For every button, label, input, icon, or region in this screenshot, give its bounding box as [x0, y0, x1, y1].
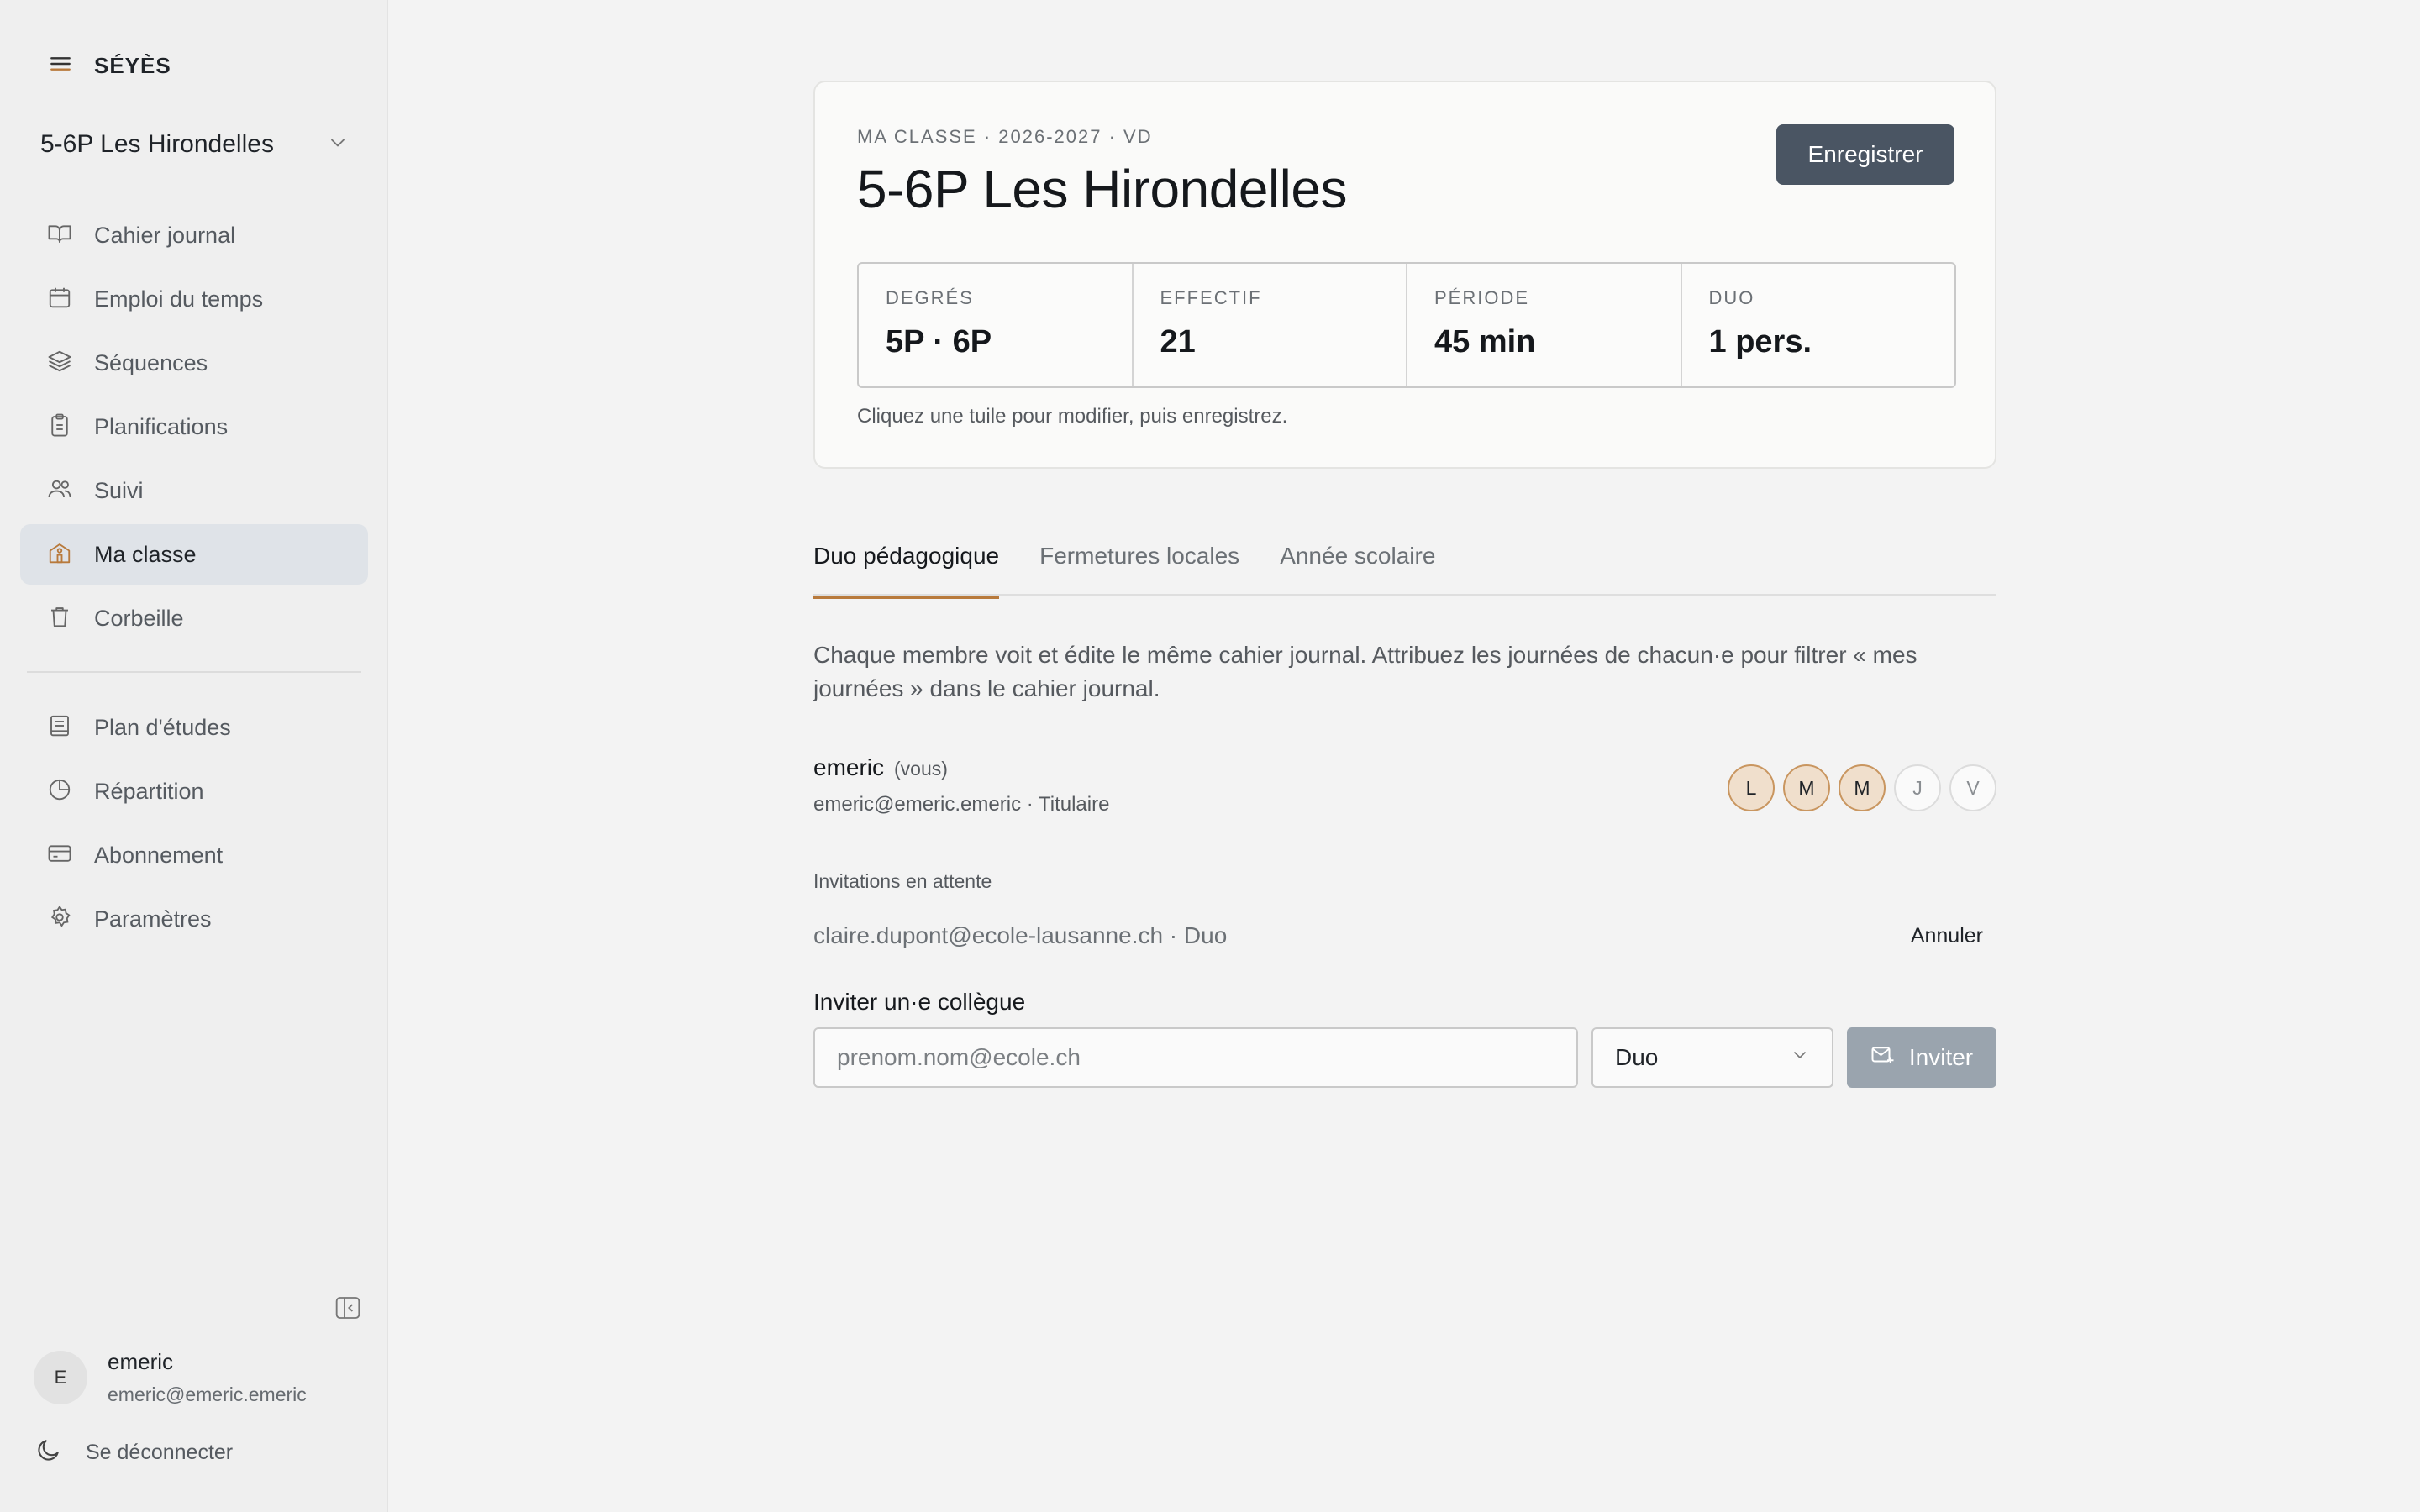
save-button[interactable]: Enregistrer — [1776, 124, 1954, 185]
tile-value: 5P · 6P — [886, 324, 992, 360]
brand: SÉYÈS — [47, 52, 171, 79]
page-title: 5-6P Les Hirondelles — [857, 159, 1347, 219]
sidebar-item-sequences[interactable]: Séquences — [20, 333, 368, 393]
duo-description: Chaque membre voit et édite le même cahi… — [813, 642, 1918, 701]
sidebar-item-repartition[interactable]: Répartition — [20, 761, 368, 822]
user-profile[interactable]: E emeric emeric@emeric.emeric — [34, 1349, 307, 1406]
tile-duo[interactable]: DUO 1 pers. — [1682, 264, 1955, 386]
sidebar-item-abonnement[interactable]: Abonnement — [20, 825, 368, 885]
class-eyebrow: MA CLASSE · 2026-2027 · VD — [857, 126, 1153, 147]
sidebar-divider — [27, 671, 361, 673]
sidebar-item-planifications[interactable]: Planifications — [20, 396, 368, 457]
day-toggle-mercredi[interactable]: M — [1839, 764, 1886, 811]
primary-nav: Cahier journal Emploi du temps Séquences… — [20, 205, 368, 652]
tiles-hint: Cliquez une tuile pour modifier, puis en… — [857, 405, 1288, 428]
tile-value: 45 min — [1434, 324, 1536, 360]
avatar: E — [34, 1351, 87, 1404]
pie-chart-icon — [47, 777, 72, 806]
sidebar-item-parametres[interactable]: Paramètres — [20, 889, 368, 949]
pending-invitation-text: claire.dupont@ecole-lausanne.ch · Duo — [813, 922, 1228, 948]
sidebar-item-label: Séquences — [94, 349, 208, 375]
sidebar-item-label: Planifications — [94, 413, 229, 439]
calendar-icon — [47, 285, 72, 314]
sidebar-item-label: Répartition — [94, 778, 204, 804]
tab-duo-pedagogique[interactable]: Duo pédagogique — [813, 522, 1000, 599]
school-icon — [47, 540, 72, 570]
sidebar-item-plan-d-etudes[interactable]: Plan d'études — [20, 697, 368, 758]
menu-icon[interactable] — [47, 50, 74, 81]
day-toggle-lundi[interactable]: L — [1728, 764, 1775, 811]
invite-email-input[interactable] — [813, 1027, 1578, 1088]
sidebar-item-suivi[interactable]: Suivi — [20, 460, 368, 521]
tile-label: EFFECTIF — [1160, 287, 1262, 308]
clipboard-icon — [47, 412, 72, 442]
logout-label: Se déconnecter — [86, 1441, 234, 1464]
tab-annee-scolaire[interactable]: Année scolaire — [1280, 522, 1435, 596]
member-you-tag: (vous) — [894, 758, 948, 780]
class-selector[interactable]: 5-6P Les Hirondelles — [40, 124, 350, 165]
gear-icon — [47, 905, 72, 934]
logout-button[interactable]: Se déconnecter — [35, 1436, 233, 1469]
invite-button-label: Inviter — [1908, 1044, 1974, 1070]
sidebar-item-emploi-du-temps[interactable]: Emploi du temps — [20, 269, 368, 329]
user-email: emeric@emeric.emeric — [108, 1383, 307, 1405]
mail-icon — [1870, 1042, 1896, 1074]
sidebar-item-label: Suivi — [94, 477, 144, 503]
day-toggle-mardi[interactable]: M — [1783, 764, 1830, 811]
class-selector-value: 5-6P Les Hirondelles — [40, 130, 274, 158]
book-open-icon — [47, 221, 72, 250]
moon-icon — [35, 1436, 62, 1469]
class-tiles: DEGRÉS 5P · 6P EFFECTIF 21 PÉRIODE 45 mi… — [857, 262, 1956, 388]
tile-periode[interactable]: PÉRIODE 45 min — [1407, 264, 1682, 386]
member-name: emeric — [813, 754, 885, 780]
sidebar-item-label: Ma classe — [94, 541, 197, 567]
users-icon — [47, 476, 72, 506]
sidebar-item-label: Corbeille — [94, 605, 184, 631]
pending-invitations-label: Invitations en attente — [813, 870, 992, 892]
tile-label: DUO — [1708, 287, 1755, 308]
invite-label: Inviter un·e collègue — [813, 989, 1026, 1015]
cancel-invitation-button[interactable]: Annuler — [1911, 924, 1983, 948]
day-toggle-jeudi[interactable]: J — [1894, 764, 1941, 811]
sidebar: SÉYÈS 5-6P Les Hirondelles Cahier journa… — [0, 0, 388, 1512]
main-content: MA CLASSE · 2026-2027 · VD 5-6P Les Hiro… — [813, 81, 1996, 1088]
day-toggle-vendredi[interactable]: V — [1949, 764, 1996, 811]
notebook-icon — [47, 713, 72, 743]
tile-value: 1 pers. — [1708, 324, 1812, 360]
layers-icon — [47, 349, 72, 378]
brand-name: SÉYÈS — [94, 52, 171, 78]
role-select-value: Duo — [1615, 1044, 1659, 1070]
chevron-down-icon — [1790, 1044, 1810, 1071]
trash-icon — [47, 604, 72, 633]
secondary-nav: Plan d'études Répartition Abonnement Par… — [20, 697, 368, 953]
sidebar-item-label: Plan d'études — [94, 714, 231, 740]
tab-fermetures-locales[interactable]: Fermetures locales — [1039, 522, 1239, 596]
sidebar-item-label: Abonnement — [94, 842, 224, 868]
collapse-sidebar-button[interactable] — [333, 1295, 363, 1324]
invite-form: Duo Inviter — [813, 1027, 1996, 1088]
invite-button[interactable]: Inviter — [1847, 1027, 1996, 1088]
user-name: emeric — [108, 1349, 174, 1374]
sidebar-item-corbeille[interactable]: Corbeille — [20, 588, 368, 648]
sidebar-item-label: Paramètres — [94, 906, 212, 932]
sidebar-item-label: Cahier journal — [94, 222, 236, 248]
invite-role-select[interactable]: Duo — [1591, 1027, 1833, 1088]
tabs: Duo pédagogique Fermetures locales Année… — [813, 522, 1996, 599]
sidebar-item-cahier-journal[interactable]: Cahier journal — [20, 205, 368, 265]
member-row: emeric (vous) emeric@emeric.emeric · Titu… — [813, 754, 1996, 822]
tile-degres[interactable]: DEGRÉS 5P · 6P — [859, 264, 1134, 386]
credit-card-icon — [47, 841, 72, 870]
sidebar-item-ma-classe[interactable]: Ma classe — [20, 524, 368, 585]
sidebar-item-label: Emploi du temps — [94, 286, 264, 312]
pending-invitation-row: claire.dupont@ecole-lausanne.ch · Duo An… — [813, 915, 1996, 957]
tile-label: DEGRÉS — [886, 287, 974, 308]
sidebar-toggle-icon — [334, 1295, 361, 1325]
tile-label: PÉRIODE — [1434, 287, 1530, 308]
class-card: MA CLASSE · 2026-2027 · VD 5-6P Les Hiro… — [813, 81, 1996, 469]
chevron-down-icon — [326, 131, 350, 159]
tile-effectif[interactable]: EFFECTIF 21 — [1134, 264, 1407, 386]
day-toggles: L M M J V — [1728, 764, 1996, 811]
tile-value: 21 — [1160, 324, 1196, 360]
